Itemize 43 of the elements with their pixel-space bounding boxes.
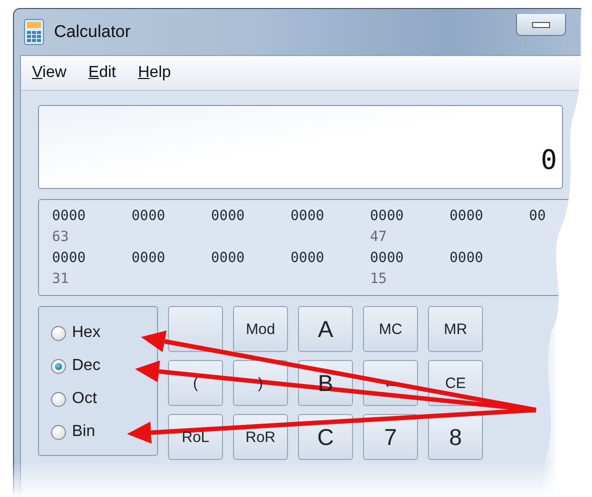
- radio-dot[interactable]: [51, 326, 66, 340]
- digit-key[interactable]: 7: [363, 414, 418, 460]
- function-key[interactable]: RoR: [233, 414, 288, 460]
- radio-button[interactable]: Dec: [51, 354, 100, 378]
- radio-button[interactable]: Bin: [51, 420, 96, 444]
- bit-group: 0000: [290, 248, 370, 269]
- bit-group: 0000: [132, 206, 211, 227]
- bit-group: 0000: [370, 206, 450, 227]
- window-title: Calculator: [54, 22, 131, 42]
- bit-group: 0000: [52, 206, 132, 227]
- bit-position: 15: [370, 270, 388, 289]
- function-key[interactable]: MC: [363, 306, 418, 352]
- radio-dot[interactable]: [51, 392, 66, 406]
- bit-group: 0000: [290, 206, 370, 227]
- menu-item[interactable]: View: [32, 64, 66, 82]
- digit-key[interactable]: A: [298, 306, 353, 352]
- bit-group: 0000: [211, 248, 290, 269]
- function-key[interactable]: (: [168, 360, 223, 406]
- bit-group: 0000: [450, 206, 529, 227]
- bit-group: 0000: [450, 248, 529, 269]
- bit-group: 0000: [52, 248, 132, 269]
- bit-position: 31: [52, 270, 70, 289]
- function-key[interactable]: MR: [428, 306, 483, 352]
- function-key[interactable]: Mod: [233, 306, 288, 352]
- blank-key[interactable]: [168, 306, 223, 352]
- radio-button[interactable]: Hex: [51, 321, 100, 345]
- bit-group: 0000: [370, 248, 450, 269]
- digit-key[interactable]: 8: [428, 414, 483, 460]
- function-key[interactable]: RoL: [168, 414, 223, 460]
- radio-dot[interactable]: [51, 424, 66, 440]
- menu-item[interactable]: Help: [138, 64, 171, 82]
- minimize-button[interactable]: [516, 14, 566, 36]
- bit-group: 0000: [211, 206, 290, 227]
- bit-group: 0000: [132, 248, 211, 269]
- bit-group: 00: [529, 206, 592, 227]
- calculator-icon: [24, 19, 44, 45]
- radio-button[interactable]: Oct: [51, 387, 97, 411]
- display-value: 0: [540, 145, 557, 176]
- digit-key[interactable]: C: [298, 414, 353, 460]
- menu-item[interactable]: Edit: [88, 64, 116, 82]
- bit-position: 63: [52, 228, 70, 247]
- radio-dot[interactable]: [51, 358, 66, 374]
- bit-position: 47: [370, 228, 388, 247]
